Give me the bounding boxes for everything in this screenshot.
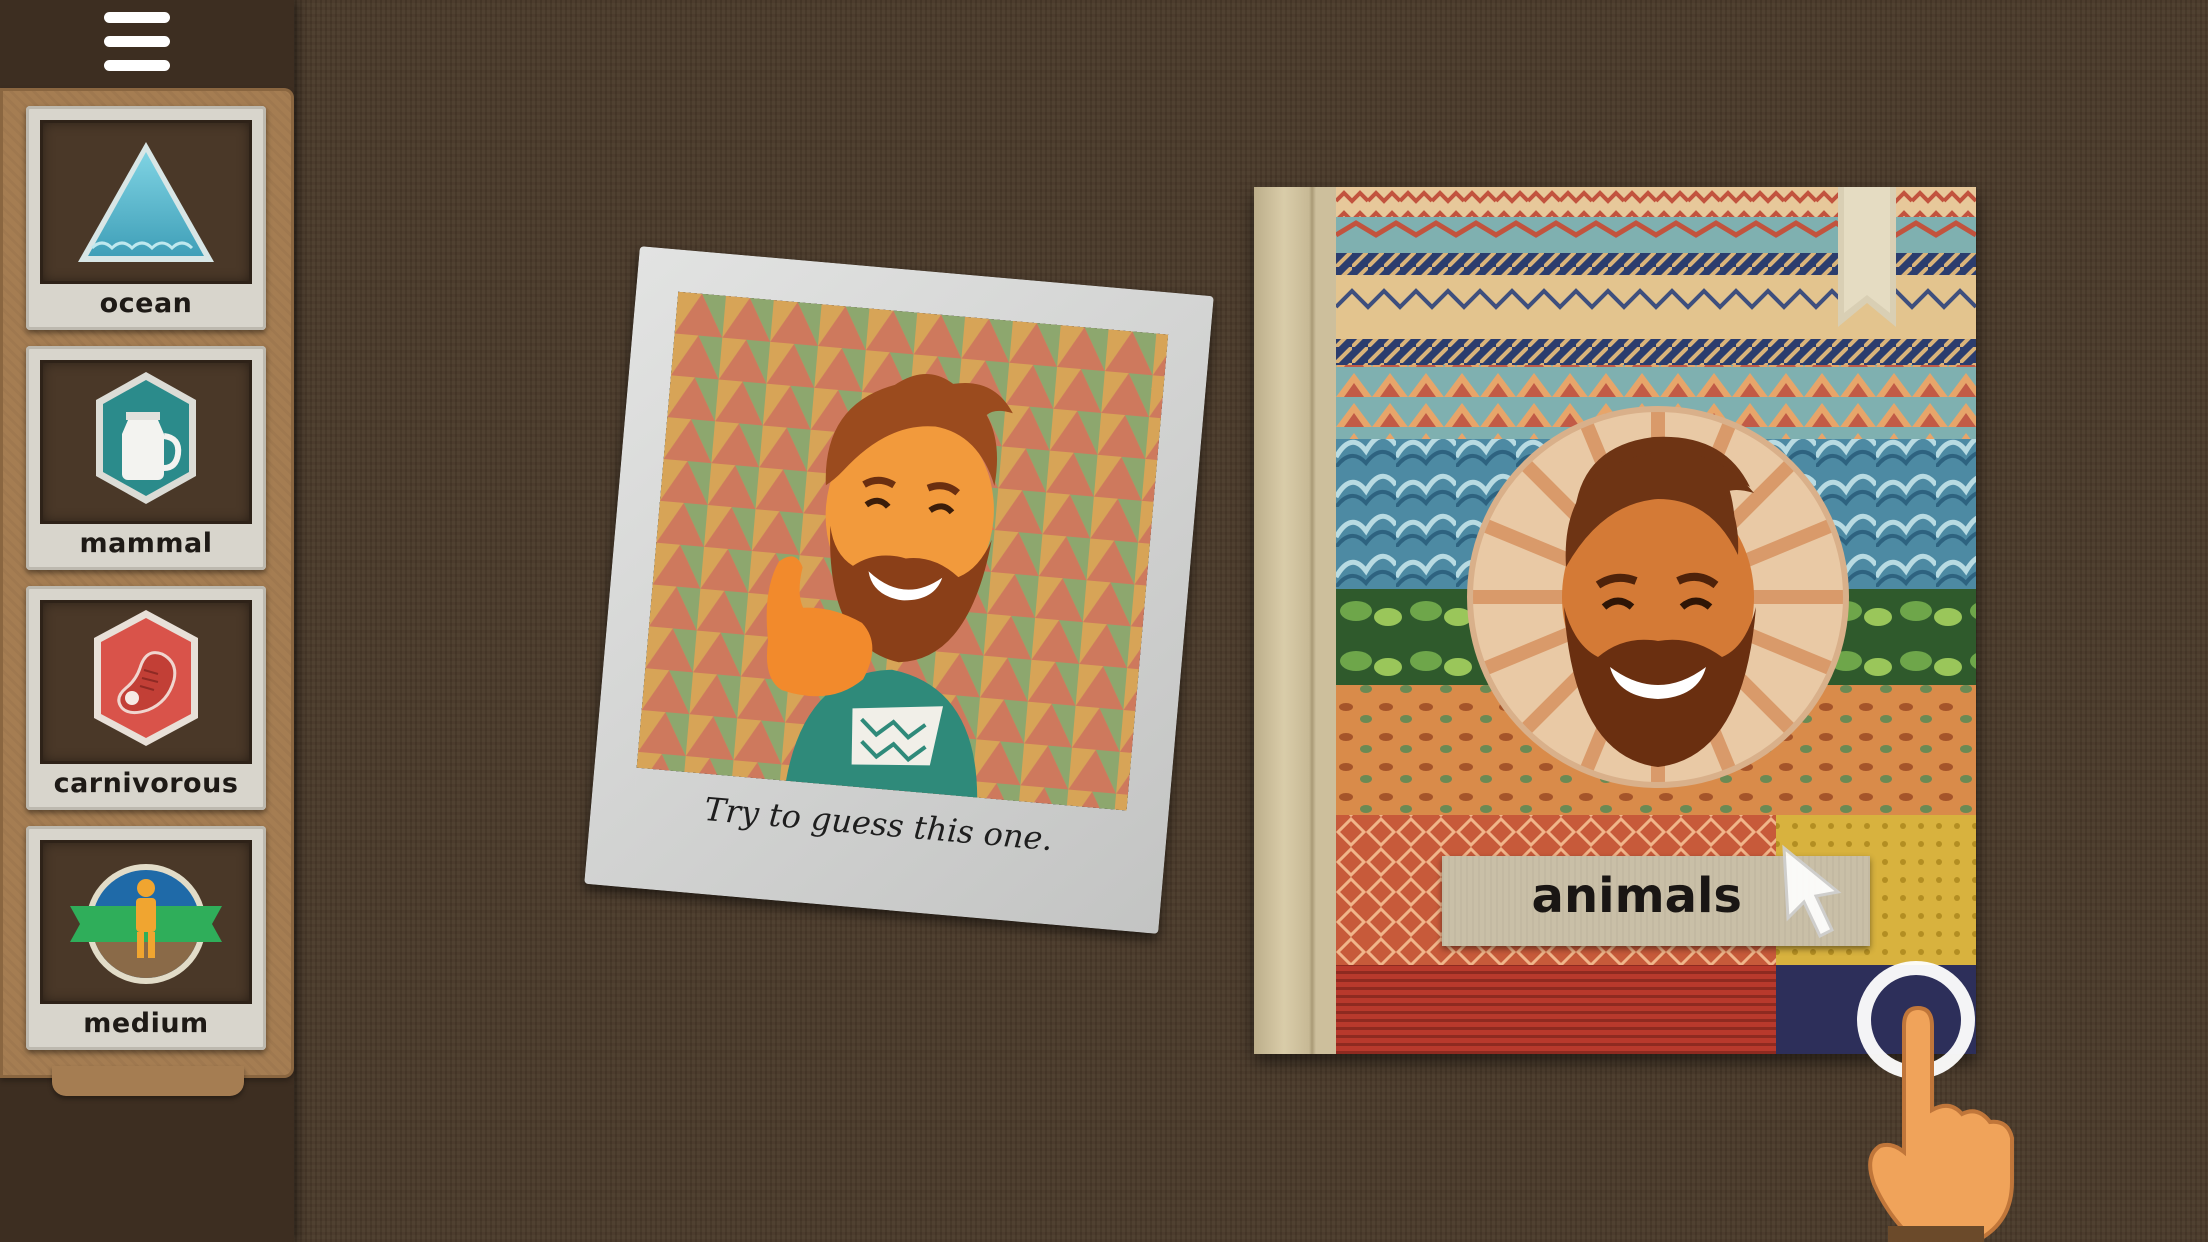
hint-card-mammal[interactable]: mammal xyxy=(26,346,266,570)
card-frame xyxy=(40,360,252,524)
hint-card-label: mammal xyxy=(79,528,213,559)
hint-card-medium[interactable]: medium xyxy=(26,826,266,1050)
hint-card-label: ocean xyxy=(99,288,193,319)
hint-card-ocean[interactable]: ocean xyxy=(26,106,266,330)
book-title: animals xyxy=(1531,868,1742,924)
hint-card-label: medium xyxy=(83,1008,209,1039)
hint-card-carnivorous[interactable]: carnivorous xyxy=(26,586,266,810)
card-frame xyxy=(40,600,252,764)
medium-size-person-icon xyxy=(70,864,222,984)
polaroid-hint-card: Try to guess this one. xyxy=(584,246,1214,934)
milk-jug-icon xyxy=(96,372,196,504)
hamburger-menu-icon[interactable] xyxy=(104,12,170,72)
book-title-label: animals xyxy=(1442,844,1870,946)
card-frame xyxy=(40,120,252,284)
bookmark-ribbon xyxy=(1838,187,1896,327)
meat-steak-icon xyxy=(94,610,198,746)
book-spine xyxy=(1254,187,1336,1054)
hint-card-label: carnivorous xyxy=(53,768,239,799)
tap-hand-pointer-icon xyxy=(1857,961,2014,1242)
hint-tray-tab xyxy=(52,1066,244,1096)
card-frame xyxy=(40,840,252,1004)
polaroid-photo xyxy=(636,291,1169,811)
ocean-triangle-icon xyxy=(78,142,214,262)
sidebar: ocean mammal carnivorous medium xyxy=(0,0,294,1242)
